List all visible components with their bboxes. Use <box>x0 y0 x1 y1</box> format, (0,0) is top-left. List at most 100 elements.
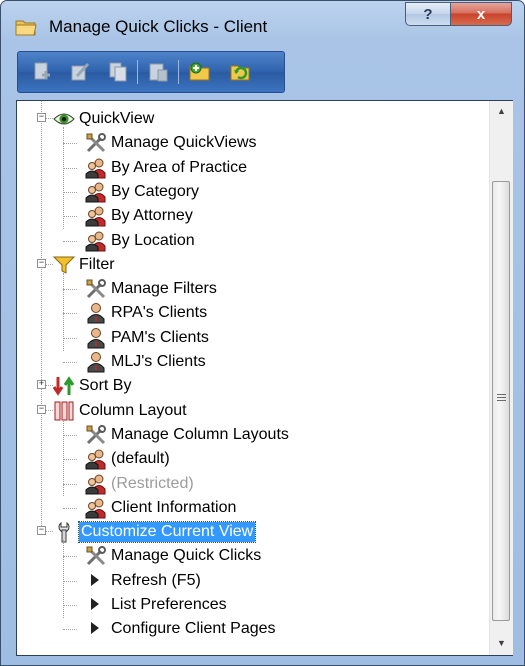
tree-connector <box>63 191 77 193</box>
collapse-toggle[interactable]: − <box>37 526 46 536</box>
tree-item-row[interactable]: MLJ's Clients <box>17 350 487 374</box>
scroll-down-arrow[interactable]: ▼ <box>490 633 513 653</box>
close-button[interactable]: x <box>450 2 512 26</box>
tree-item-row[interactable]: Manage Quick Clicks <box>17 544 487 568</box>
tree-item-row[interactable]: Manage Filters <box>17 277 487 301</box>
tree-group-label: QuickView <box>79 110 155 127</box>
copy-icon[interactable] <box>104 58 132 86</box>
tree-item-label: (Restricted) <box>111 474 194 492</box>
vertical-scrollbar[interactable]: ▲ ▼ <box>489 101 513 655</box>
tree-item-row[interactable]: RPA's Clients <box>17 301 487 325</box>
tree-connector <box>63 167 77 169</box>
tree-item-label: By Category <box>111 182 200 200</box>
tree-connector <box>63 216 77 218</box>
tree-item-label: Manage Filters <box>111 280 217 298</box>
tree-connector <box>63 459 77 461</box>
play-arrow-icon <box>91 573 99 586</box>
quick-clicks-tree-panel: − QuickView Manage QuickViews By Area of Pr… <box>16 100 513 656</box>
tree-item-label: RPA's Clients <box>111 304 208 322</box>
tree-item-label: Refresh (F5) <box>111 571 201 589</box>
tree-group-row[interactable]: − Filter <box>17 253 487 277</box>
tree-connector <box>63 337 77 339</box>
users-icon <box>85 473 107 495</box>
tree-group-row[interactable]: − Customize Current View <box>17 520 487 544</box>
tree-item-row[interactable]: Configure Client Pages <box>17 617 487 641</box>
tree-item-row[interactable]: Manage Column Layouts <box>17 423 487 447</box>
user-icon <box>85 351 107 373</box>
tree-item-label: Manage Column Layouts <box>111 425 289 443</box>
quick-clicks-tree[interactable]: − QuickView Manage QuickViews By Area of Pr… <box>17 101 489 655</box>
tree-connector <box>63 629 77 631</box>
tree-connector <box>63 289 77 291</box>
tree-connector <box>46 118 53 119</box>
tree-connector <box>63 605 77 606</box>
tree-item-row[interactable]: By Area of Practice <box>17 156 487 180</box>
refresh-icon[interactable] <box>226 58 254 86</box>
play-arrow-icon <box>91 622 99 635</box>
users-icon <box>85 205 107 227</box>
sort-arrows-icon <box>52 375 75 397</box>
scroll-grip <box>497 394 506 401</box>
tree-group-label: Customize Current View <box>77 521 257 544</box>
users-icon <box>85 230 107 252</box>
tree-item-row[interactable]: By Category <box>17 180 487 204</box>
tree-item-label: PAM's Clients <box>111 328 209 346</box>
tree-connector <box>63 580 77 582</box>
expand-toggle[interactable]: + <box>37 380 46 390</box>
tree-group-label: Sort By <box>79 377 132 395</box>
users-icon <box>85 157 107 179</box>
toolbar-separator <box>178 60 179 84</box>
tree-item-row[interactable]: By Attorney <box>17 204 487 228</box>
tree-connector <box>63 434 77 436</box>
tree-item-row[interactable]: Client Information <box>17 496 487 520</box>
tree-item-row[interactable]: List Preferences <box>17 593 487 617</box>
columns-icon <box>53 400 75 422</box>
user-icon <box>85 327 107 349</box>
edit-icon[interactable] <box>66 58 94 86</box>
new-icon[interactable] <box>28 58 56 86</box>
tree-group-label: Column Layout <box>79 401 187 419</box>
tree-item-label: By Attorney <box>111 207 193 225</box>
scroll-thumb[interactable] <box>492 181 510 621</box>
user-icon <box>85 302 107 324</box>
tree-group-row[interactable]: + Sort By <box>17 374 487 398</box>
tree-item-label: By Area of Practice <box>111 158 248 176</box>
help-button[interactable]: ? <box>405 2 451 26</box>
tree-connector <box>46 263 53 265</box>
collapse-toggle[interactable]: − <box>37 113 46 122</box>
tree-connector <box>46 385 53 387</box>
title-bar[interactable]: Manage Quick Clicks - Client ? x <box>1 1 524 47</box>
tree-item-row[interactable]: (Restricted) <box>17 472 487 496</box>
funnel-icon <box>52 254 76 276</box>
users-icon <box>85 448 107 470</box>
collapse-toggle[interactable]: − <box>37 404 46 414</box>
tree-item-row[interactable]: By Location <box>17 229 487 253</box>
tree-item-row[interactable]: Manage QuickViews <box>17 131 487 155</box>
delete-icon[interactable] <box>144 58 172 86</box>
users-icon <box>85 181 107 203</box>
tree-connector <box>63 240 77 242</box>
tree-item-row[interactable]: PAM's Clients <box>17 326 487 350</box>
tree-item-row[interactable]: Refresh (F5) <box>17 569 487 593</box>
toolbar <box>17 51 285 93</box>
tree-item-label: Client Information <box>111 498 237 516</box>
add-folder-icon[interactable] <box>186 58 214 86</box>
tree-item-label: By Location <box>111 231 195 249</box>
tree-connector <box>46 409 53 411</box>
tree-group-row[interactable]: − QuickView <box>17 107 487 131</box>
tree-item-label: Manage QuickViews <box>111 134 257 152</box>
tree-item-label: (default) <box>111 450 170 468</box>
tree-item-label: Configure Client Pages <box>111 620 276 638</box>
tree-connector <box>63 483 77 485</box>
tree-connector <box>63 313 77 315</box>
tree-connector <box>63 556 77 558</box>
tree-item-label: List Preferences <box>111 596 227 613</box>
wrench-icon <box>53 521 75 543</box>
toolbar-separator <box>137 60 138 84</box>
tree-item-row[interactable]: (default) <box>17 447 487 471</box>
window-title: Manage Quick Clicks - Client <box>49 17 268 36</box>
tree-group-row[interactable]: − Column Layout <box>17 399 487 423</box>
collapse-toggle[interactable]: − <box>37 258 46 268</box>
scroll-up-arrow[interactable]: ▲ <box>490 101 513 121</box>
tools-icon <box>85 278 107 300</box>
